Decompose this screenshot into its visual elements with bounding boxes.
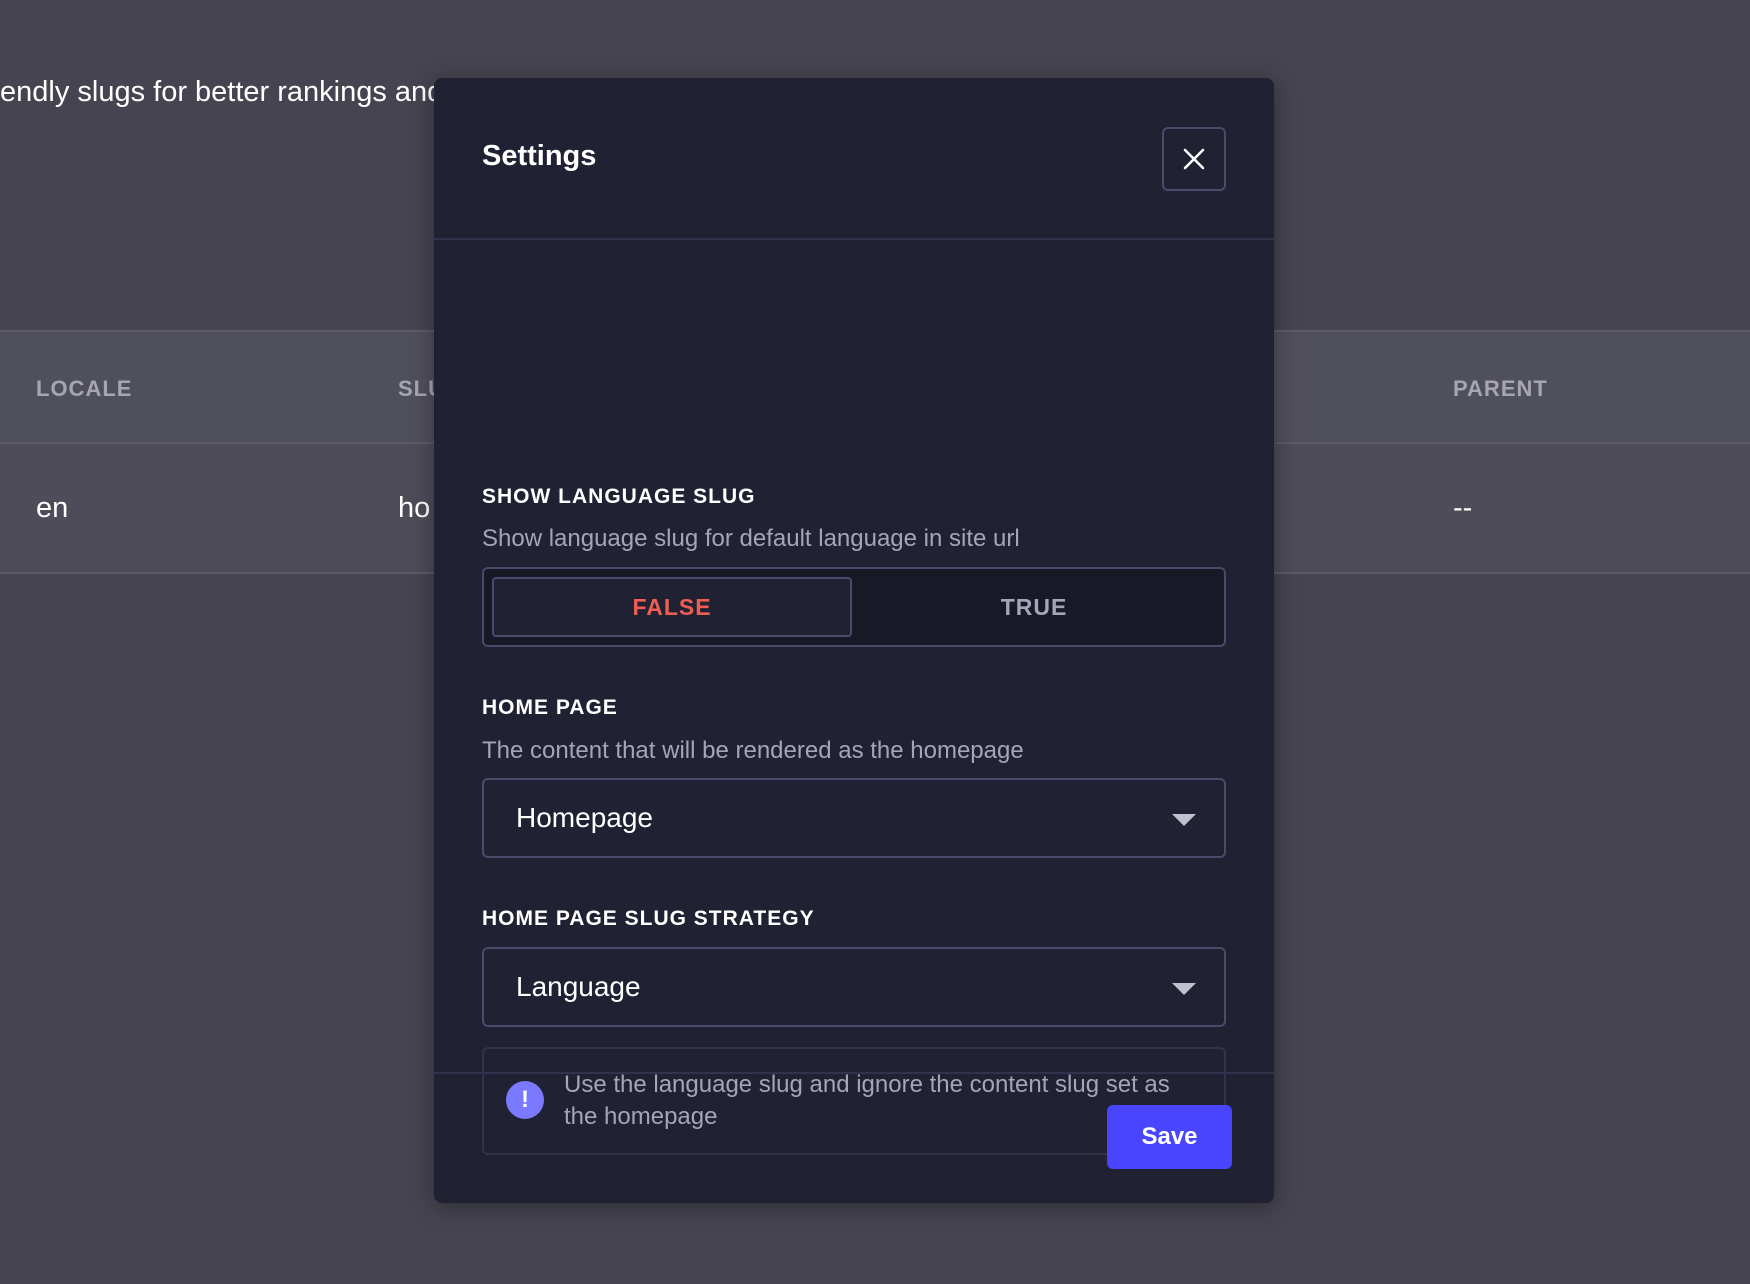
- show-language-slug-hint: Show language slug for default language …: [482, 525, 1020, 552]
- home-page-select-value: Homepage: [516, 802, 653, 833]
- cell-parent: --: [1453, 492, 1473, 524]
- toggle-option-false[interactable]: FALSE: [492, 577, 852, 637]
- modal-footer: Save: [434, 1072, 1274, 1203]
- column-header-parent: PARENT: [1453, 376, 1548, 401]
- home-page-label: HOME PAGE: [482, 696, 618, 719]
- slug-strategy-label: HOME PAGE SLUG STRATEGY: [482, 907, 815, 930]
- close-button[interactable]: [1162, 127, 1226, 191]
- page: endly slugs for better rankings and LOCA…: [0, 0, 1750, 1284]
- intro-text: endly slugs for better rankings and: [0, 76, 444, 108]
- toggle-option-true[interactable]: TRUE: [854, 577, 1214, 637]
- settings-modal: Settings SHOW LANGUAGE SLUG Show languag…: [434, 78, 1274, 1203]
- caret-down-icon: [1172, 814, 1196, 826]
- cell-slug: ho: [398, 492, 431, 524]
- home-page-select[interactable]: Homepage: [482, 778, 1226, 858]
- caret-down-icon: [1172, 983, 1196, 995]
- show-language-slug-label: SHOW LANGUAGE SLUG: [482, 485, 756, 508]
- save-button[interactable]: Save: [1107, 1105, 1232, 1169]
- column-header-locale: LOCALE: [36, 376, 133, 401]
- show-language-slug-toggle: FALSE TRUE: [482, 567, 1226, 647]
- modal-body: SHOW LANGUAGE SLUG Show language slug fo…: [434, 240, 1274, 1155]
- slug-strategy-select[interactable]: Language: [482, 947, 1226, 1027]
- home-page-hint: The content that will be rendered as the…: [482, 737, 1024, 764]
- slug-strategy-select-value: Language: [516, 971, 641, 1002]
- modal-header: Settings: [434, 78, 1274, 240]
- modal-title: Settings: [482, 140, 597, 172]
- cell-locale: en: [36, 492, 69, 524]
- close-icon: [1183, 148, 1205, 170]
